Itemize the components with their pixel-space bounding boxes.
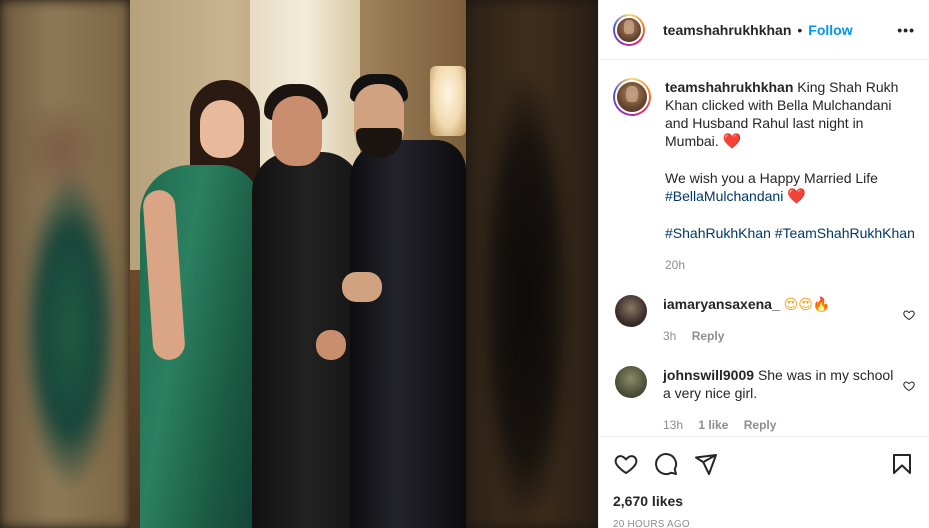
comment-username[interactable]: johnswill9009 (663, 367, 754, 383)
comment-username[interactable]: iamaryansaxena_ (663, 296, 780, 312)
post-age[interactable]: 20 HOURS AGO (613, 519, 915, 528)
comment-like-icon[interactable] (903, 380, 915, 395)
post-caption: teamshahrukhkhan King Shah Rukh Khan cli… (613, 78, 915, 274)
wall-lamp (430, 66, 466, 136)
post-header: teamshahrukhkhan • Follow ••• (599, 0, 929, 60)
hashtag-bellamulchandani[interactable]: #BellaMulchandani (665, 188, 783, 204)
avatar-image (615, 15, 643, 44)
comment-body: iamaryansaxena_ 😍😍🔥 3h Reply (663, 295, 895, 345)
bookmark-icon[interactable] (889, 451, 915, 477)
comment-icon[interactable] (653, 451, 679, 477)
commenter-avatar[interactable] (615, 366, 647, 398)
caption-username[interactable]: teamshahrukhkhan (665, 79, 793, 95)
media-blur-right (466, 0, 598, 528)
caption-avatar[interactable] (613, 78, 651, 116)
heart-emoji: ❤️ (722, 133, 742, 150)
person-center-face (272, 96, 322, 166)
comment-text: 😍😍🔥 (783, 296, 831, 312)
instagram-post: teamshahrukhkhan • Follow ••• teamshahru… (0, 0, 929, 528)
comment-meta: 13h 1 like Reply (663, 416, 895, 434)
heart-outline-icon[interactable] (613, 451, 639, 477)
comment-item: johnswill9009 She was in my school a ver… (613, 366, 915, 434)
hashtag-teamshahrukhkhan[interactable]: #TeamShahRukhKhan (775, 225, 915, 241)
more-options-icon[interactable]: ••• (897, 22, 915, 38)
action-icons (613, 449, 915, 479)
person-center-hand (316, 330, 346, 360)
hashtag-shahrukhkhan[interactable]: #ShahRukhKhan (665, 225, 771, 241)
comment-meta: 3h Reply (663, 327, 895, 345)
person-right-suit (350, 140, 466, 528)
post-sidebar: teamshahrukhkhan • Follow ••• teamshahru… (598, 0, 929, 528)
reply-button[interactable]: Reply (692, 329, 725, 343)
comment-likes-count[interactable]: 1 like (698, 418, 728, 432)
post-photo[interactable] (130, 0, 466, 528)
comments-section[interactable]: teamshahrukhkhan King Shah Rukh Khan cli… (599, 60, 929, 436)
header-separator: • (797, 21, 803, 38)
caption-time[interactable]: 20h (665, 256, 915, 274)
person-woman-face (200, 100, 244, 158)
comment-time[interactable]: 13h (663, 418, 683, 432)
caption-body: teamshahrukhkhan King Shah Rukh Khan cli… (665, 78, 915, 274)
post-actions: 2,670 likes 20 HOURS AGO (599, 436, 929, 528)
follow-button[interactable]: Follow (808, 22, 852, 38)
header-username[interactable]: teamshahrukhkhan (663, 22, 791, 38)
comment-time[interactable]: 3h (663, 329, 676, 343)
reply-button[interactable]: Reply (744, 418, 777, 432)
profile-avatar[interactable] (613, 13, 645, 46)
avatar-image (615, 80, 649, 114)
comment-body: johnswill9009 She was in my school a ver… (663, 366, 895, 434)
comment-item: iamaryansaxena_ 😍😍🔥 3h Reply (613, 295, 915, 345)
caption-wish-text: We wish you a Happy Married Life (665, 170, 878, 186)
heart-emoji: ❤️ (787, 188, 806, 205)
commenter-avatar[interactable] (615, 295, 647, 327)
media-blur-left (0, 0, 130, 528)
person-right-hand (342, 272, 382, 302)
post-media[interactable] (0, 0, 598, 528)
likes-count[interactable]: 2,670 likes (613, 493, 915, 509)
comment-like-icon[interactable] (903, 309, 915, 324)
paper-plane-icon[interactable] (693, 451, 719, 477)
